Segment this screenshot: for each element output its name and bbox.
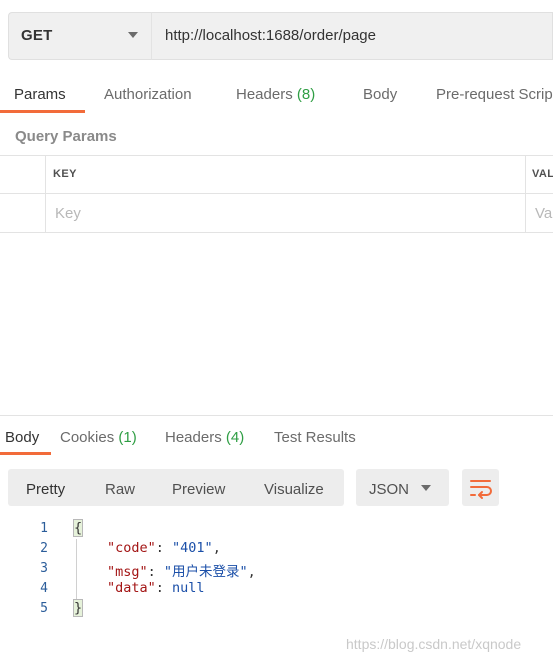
json-punct: , xyxy=(247,564,256,580)
mode-preview[interactable]: Preview xyxy=(172,481,225,498)
wrap-lines-button[interactable] xyxy=(462,469,499,506)
watermark: https://blog.csdn.net/xqnode xyxy=(346,636,522,652)
response-tab-headers-count: (4) xyxy=(225,429,245,446)
tab-authorization-label: Authorization xyxy=(104,86,192,103)
line-number: 4 xyxy=(40,581,48,596)
response-tab-headers-label: Headers xyxy=(165,429,222,446)
line-number: 2 xyxy=(40,541,48,556)
response-tab-cookies-count: (1) xyxy=(118,429,137,446)
table-divider xyxy=(0,155,553,156)
code-line: "data": null xyxy=(107,580,205,596)
code-line: { xyxy=(72,519,84,537)
mode-raw[interactable]: Raw xyxy=(105,481,135,498)
column-header-key: KEY xyxy=(53,168,77,180)
table-divider xyxy=(0,193,553,194)
response-tab-body[interactable]: Body xyxy=(5,429,39,446)
table-divider xyxy=(525,155,526,233)
tab-authorization[interactable]: Authorization xyxy=(104,86,192,103)
line-number: 5 xyxy=(40,601,48,616)
chevron-down-icon xyxy=(421,485,431,491)
json-key: "msg" xyxy=(107,564,148,580)
active-response-tab-indicator xyxy=(0,452,51,455)
wrap-lines-icon xyxy=(470,480,492,499)
code-line: "code": "401", xyxy=(107,540,221,556)
table-divider xyxy=(45,155,46,233)
json-key: "code" xyxy=(107,540,156,556)
tab-params[interactable]: Params xyxy=(14,86,66,103)
tab-body[interactable]: Body xyxy=(363,86,397,103)
table-divider xyxy=(0,232,553,233)
indent-guide xyxy=(76,539,77,601)
response-tab-headers[interactable]: Headers (4) xyxy=(165,429,244,446)
line-number: 3 xyxy=(40,561,48,576)
response-tab-body-label: Body xyxy=(5,429,40,446)
json-value: "401" xyxy=(172,540,213,556)
close-brace: } xyxy=(72,599,84,617)
json-key: "data" xyxy=(107,580,156,596)
tab-headers-count: (8) xyxy=(296,86,316,103)
method-label: GET xyxy=(21,27,53,44)
response-tab-test-results[interactable]: Test Results xyxy=(274,429,356,446)
code-line: "msg": "用户未登录", xyxy=(107,564,256,580)
line-number: 1 xyxy=(40,521,48,536)
value-input[interactable]: Va xyxy=(535,205,552,222)
tab-headers-label: Headers xyxy=(236,86,293,103)
mode-pretty[interactable]: Pretty xyxy=(26,481,65,498)
json-value: "用户未登录" xyxy=(163,564,248,580)
tab-pre-request-script[interactable]: Pre-request Scrip xyxy=(436,86,553,103)
mode-visualize[interactable]: Visualize xyxy=(264,481,324,498)
json-punct: , xyxy=(212,540,221,556)
tab-body-label: Body xyxy=(363,86,398,103)
query-params-title: Query Params xyxy=(15,128,117,145)
url-text: http://localhost:1688/order/page xyxy=(165,27,376,44)
format-label: JSON xyxy=(369,481,410,498)
tab-pre-request-label: Pre-request Scrip xyxy=(436,86,553,103)
key-input[interactable]: Key xyxy=(55,205,81,222)
response-tab-cookies-label: Cookies xyxy=(60,429,115,446)
code-line: } xyxy=(72,599,84,617)
json-value: null xyxy=(172,580,205,596)
response-divider xyxy=(0,415,553,416)
active-tab-indicator xyxy=(0,110,85,113)
column-header-value: VAL xyxy=(532,168,553,180)
chevron-down-icon[interactable] xyxy=(128,32,138,38)
tab-headers[interactable]: Headers (8) xyxy=(236,86,315,103)
tab-params-label: Params xyxy=(14,86,66,103)
response-tab-cookies[interactable]: Cookies (1) xyxy=(60,429,137,446)
response-tab-test-results-label: Test Results xyxy=(274,429,356,446)
open-brace: { xyxy=(72,519,84,537)
